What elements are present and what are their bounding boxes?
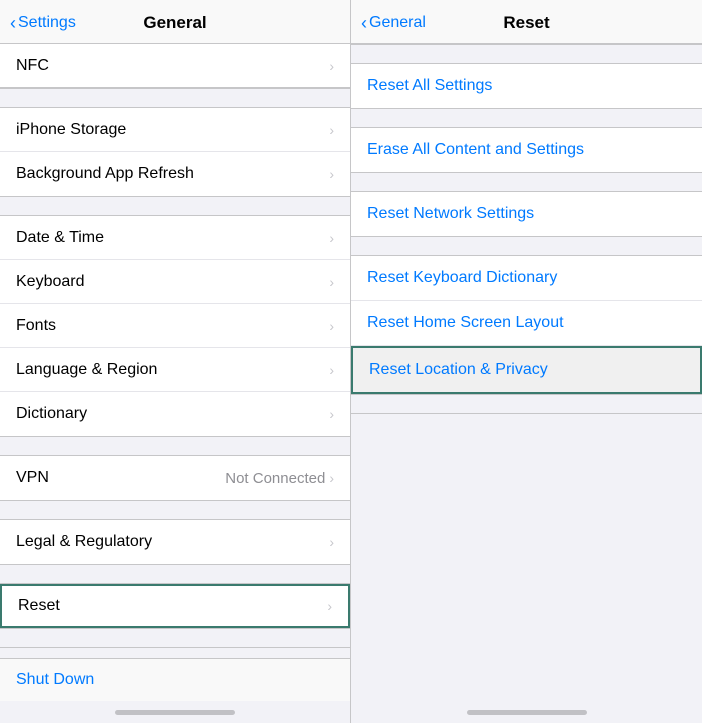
section-separator — [0, 88, 350, 108]
right-panel: ‹ General Reset Reset All Settings Erase… — [351, 0, 702, 723]
chevron-icon: › — [329, 470, 334, 486]
date-time-label: Date & Time — [16, 229, 104, 247]
vpn-value: Not Connected — [225, 470, 325, 487]
list-item[interactable]: iPhone Storage › — [0, 108, 350, 152]
reset-group-3: Reset Network Settings — [351, 192, 702, 236]
reset-all-settings-label: Reset All Settings — [367, 77, 492, 95]
list-item-right: › — [329, 166, 334, 182]
keyboard-label: Keyboard — [16, 273, 85, 291]
reset-list: Reset All Settings Erase All Content and… — [351, 44, 702, 701]
list-item-right: › — [329, 362, 334, 378]
legal-label: Legal & Regulatory — [16, 533, 152, 551]
section-separator — [351, 394, 702, 414]
home-bar — [115, 710, 235, 715]
vpn-label: VPN — [16, 469, 49, 487]
list-item[interactable]: Reset All Settings — [351, 64, 702, 108]
list-item[interactable]: Erase All Content and Settings — [351, 128, 702, 172]
list-item-right: › — [329, 122, 334, 138]
back-chevron-icon: ‹ — [10, 14, 16, 32]
group-reset: Reset › — [0, 584, 350, 628]
reset-location-privacy-label: Reset Location & Privacy — [369, 361, 548, 379]
nfc-chevron-icon: › — [329, 58, 334, 74]
list-item-right: › — [329, 230, 334, 246]
list-item[interactable]: NFC › — [0, 44, 350, 88]
list-item[interactable]: Background App Refresh › — [0, 152, 350, 196]
group-datetime: Date & Time › Keyboard › Fonts › Languag… — [0, 216, 350, 436]
section-separator — [0, 196, 350, 216]
settings-list: NFC › iPhone Storage › Background App Re… — [0, 44, 350, 658]
right-nav-bar: ‹ General Reset — [351, 0, 702, 44]
list-item[interactable]: Fonts › — [0, 304, 350, 348]
nfc-label: NFC — [16, 57, 49, 75]
reset-group-1: Reset All Settings — [351, 64, 702, 108]
list-item[interactable]: Reset Keyboard Dictionary — [351, 256, 702, 301]
chevron-icon: › — [329, 230, 334, 246]
list-item[interactable]: Date & Time › — [0, 216, 350, 260]
left-panel: ‹ Settings General NFC › iPhone Storage … — [0, 0, 351, 723]
reset-label: Reset — [18, 597, 60, 615]
settings-back-button[interactable]: ‹ Settings — [10, 14, 76, 32]
home-indicator — [0, 701, 350, 723]
list-item[interactable]: Language & Region › — [0, 348, 350, 392]
chevron-icon: › — [329, 318, 334, 334]
chevron-icon: › — [327, 598, 332, 614]
list-item[interactable]: Legal & Regulatory › — [0, 520, 350, 564]
list-item[interactable]: VPN Not Connected › — [0, 456, 350, 500]
fonts-label: Fonts — [16, 317, 56, 335]
list-item-right: Not Connected › — [225, 470, 334, 487]
section-separator — [0, 564, 350, 584]
right-back-label: General — [369, 14, 426, 32]
erase-content-label: Erase All Content and Settings — [367, 141, 584, 159]
bottom-bar: Shut Down — [0, 658, 350, 701]
list-item-right: › — [329, 406, 334, 422]
list-item[interactable]: Keyboard › — [0, 260, 350, 304]
section-separator — [351, 236, 702, 256]
section-separator — [351, 44, 702, 64]
back-chevron-icon: ‹ — [361, 14, 367, 32]
chevron-icon: › — [329, 534, 334, 550]
list-item-right: › — [329, 534, 334, 550]
language-region-label: Language & Region — [16, 361, 157, 379]
section-separator — [351, 108, 702, 128]
section-separator — [0, 628, 350, 648]
chevron-icon: › — [329, 122, 334, 138]
section-separator — [0, 500, 350, 520]
list-item[interactable]: Reset Network Settings — [351, 192, 702, 236]
reset-home-screen-label: Reset Home Screen Layout — [367, 314, 564, 332]
left-nav-title: General — [143, 13, 206, 33]
iphone-storage-label: iPhone Storage — [16, 121, 126, 139]
section-separator — [351, 172, 702, 192]
right-nav-title: Reset — [503, 13, 549, 33]
list-item-right: › — [329, 274, 334, 290]
group-vpn: VPN Not Connected › — [0, 456, 350, 500]
dictionary-label: Dictionary — [16, 405, 87, 423]
reset-network-label: Reset Network Settings — [367, 205, 534, 223]
reset-keyboard-label: Reset Keyboard Dictionary — [367, 269, 557, 287]
reset-group-2: Erase All Content and Settings — [351, 128, 702, 172]
list-item-reset[interactable]: Reset › — [0, 584, 350, 628]
list-item-location-privacy[interactable]: Reset Location & Privacy — [351, 346, 702, 394]
shut-down-button[interactable]: Shut Down — [16, 671, 94, 688]
left-nav-bar: ‹ Settings General — [0, 0, 350, 44]
right-home-indicator — [351, 701, 702, 723]
reset-group-4: Reset Keyboard Dictionary Reset Home Scr… — [351, 256, 702, 394]
back-label: Settings — [18, 14, 76, 32]
group-legal: Legal & Regulatory › — [0, 520, 350, 564]
chevron-icon: › — [329, 406, 334, 422]
right-home-bar — [467, 710, 587, 715]
chevron-icon: › — [329, 166, 334, 182]
general-back-button[interactable]: ‹ General — [361, 14, 426, 32]
chevron-icon: › — [329, 362, 334, 378]
list-item-right: › — [329, 318, 334, 334]
list-item[interactable]: Reset Home Screen Layout — [351, 301, 702, 346]
group-storage: iPhone Storage › Background App Refresh … — [0, 108, 350, 196]
list-item[interactable]: Dictionary › — [0, 392, 350, 436]
list-item-right: › — [327, 598, 332, 614]
background-app-label: Background App Refresh — [16, 165, 194, 183]
section-separator — [0, 436, 350, 456]
chevron-icon: › — [329, 274, 334, 290]
